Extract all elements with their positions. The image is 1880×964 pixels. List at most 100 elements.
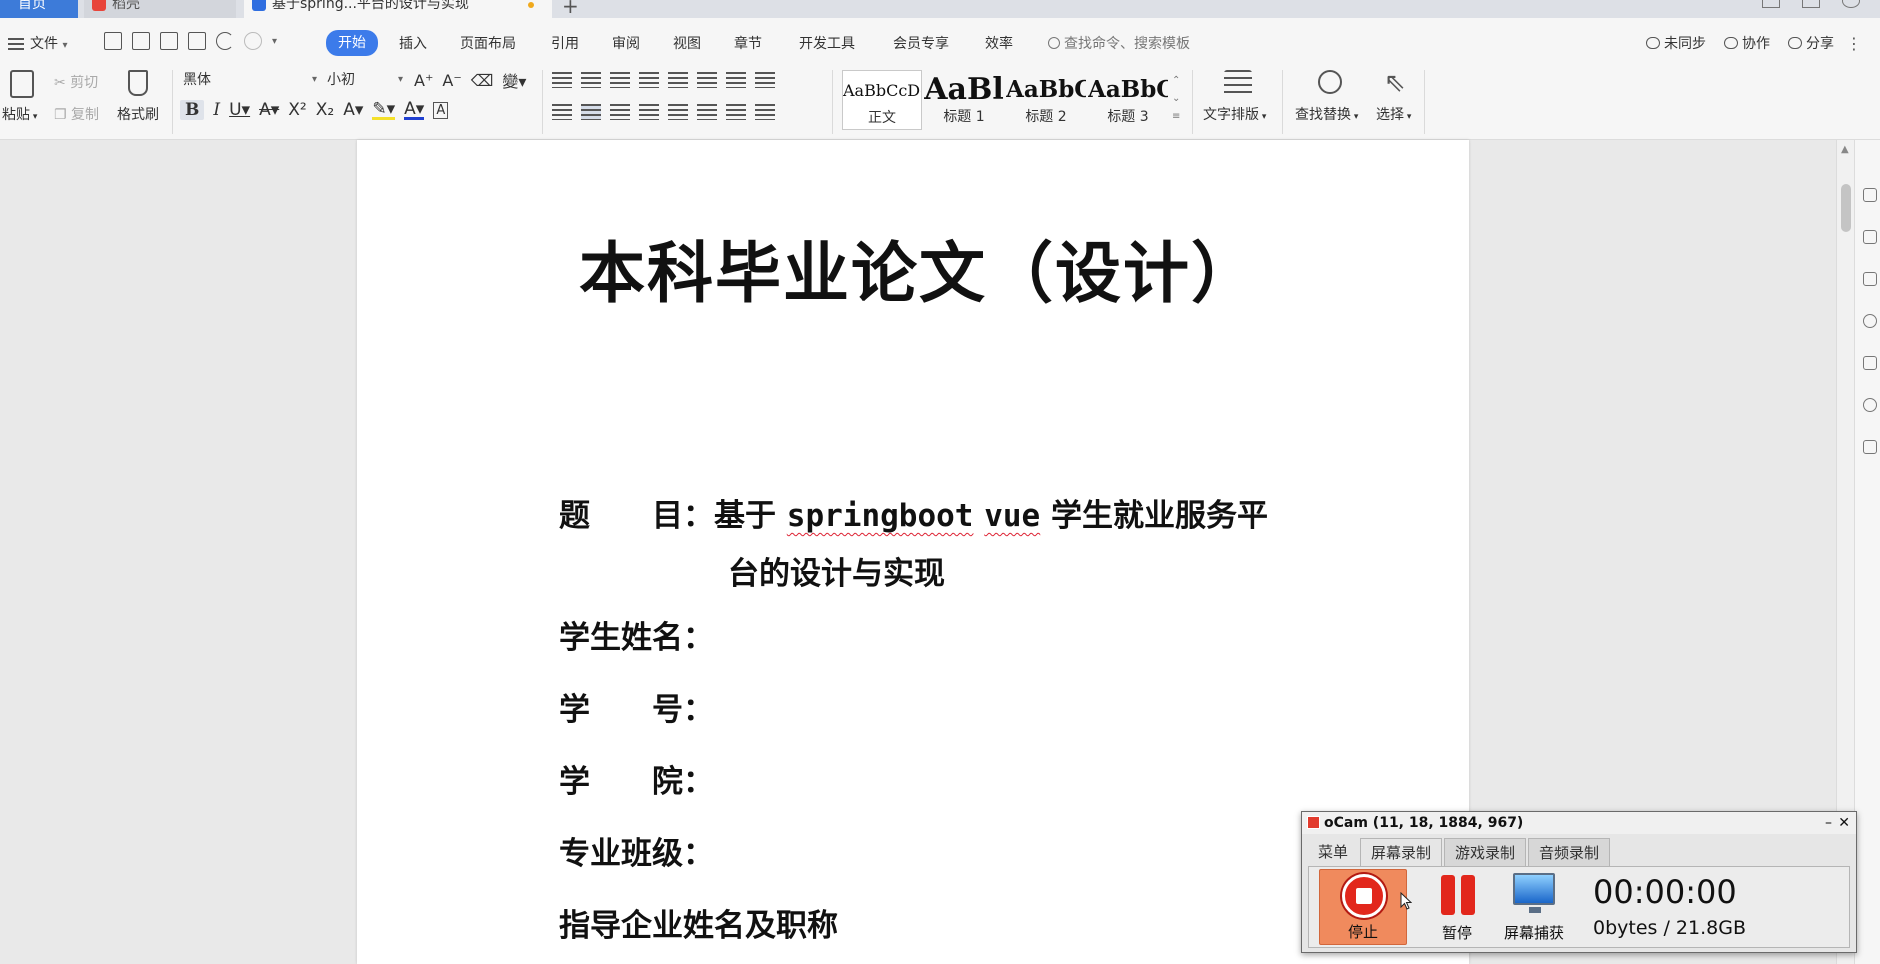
sort-icon[interactable] (697, 72, 717, 88)
style-heading-3[interactable]: AaBbC 标题 3 (1088, 70, 1168, 130)
folder-icon[interactable] (1863, 440, 1877, 454)
phonetic-icon[interactable]: 變▾ (502, 68, 526, 92)
font-color-icon[interactable]: A▾ (404, 100, 425, 120)
new-tab-icon[interactable]: + (562, 0, 579, 18)
borders-icon[interactable] (755, 104, 775, 120)
ocam-tab-menu[interactable]: 菜单 (1308, 838, 1358, 866)
style-normal[interactable]: AaBbCcDd 正文 (842, 70, 922, 130)
shading-icon[interactable] (726, 104, 746, 120)
find-replace-button[interactable]: 查找替换 ▾ (1295, 104, 1358, 124)
screen-capture-button[interactable]: 屏幕捕获 (1499, 869, 1569, 945)
image-icon[interactable] (1863, 356, 1877, 370)
ocam-tab-screen-record[interactable]: 屏幕录制 (1360, 838, 1443, 866)
increase-indent-icon[interactable] (639, 72, 659, 88)
command-search[interactable]: 查找命令、搜索模板 (1048, 32, 1190, 56)
redo-icon[interactable] (244, 32, 262, 50)
font-size-select[interactable]: 小初 (322, 68, 408, 92)
export-pdf-icon[interactable] (132, 32, 150, 50)
paste-button[interactable]: 粘贴 ▾ (2, 104, 37, 124)
scroll-up-icon[interactable]: ▲ (1841, 144, 1849, 155)
line-spacing-icon[interactable] (697, 104, 717, 120)
style-heading-2[interactable]: AaBbC 标题 2 (1006, 70, 1086, 130)
select-cursor-icon[interactable]: ⇖ (1384, 68, 1406, 98)
align-right-icon[interactable] (610, 104, 630, 120)
format-painter-button[interactable]: 格式刷 (117, 104, 159, 124)
numbered-list-icon[interactable] (581, 72, 601, 88)
tab-view[interactable]: 视图 (673, 32, 701, 56)
location-icon[interactable] (1863, 398, 1877, 412)
field-college[interactable]: 学 院： (559, 756, 714, 801)
field-student-id[interactable]: 学 号： (559, 684, 714, 729)
font-name-select[interactable]: 黑体 (178, 68, 322, 92)
ocam-titlebar[interactable]: oCam (11, 18, 1884, 967) – ✕ (1302, 812, 1856, 834)
subscript-icon[interactable]: X₂ (316, 100, 334, 120)
decrease-indent-icon[interactable] (610, 72, 630, 88)
find-replace-icon[interactable] (1318, 70, 1342, 94)
tab-home[interactable]: 首页 (0, 0, 78, 18)
clock-icon[interactable] (1863, 314, 1877, 328)
tab-member[interactable]: 会员专享 (893, 32, 949, 56)
settings-slider-icon[interactable] (1863, 272, 1877, 286)
tab-references[interactable]: 引用 (551, 32, 579, 56)
close-icon[interactable]: ✕ (1838, 812, 1850, 834)
show-marks-icon[interactable] (755, 72, 775, 88)
customize-chevron-icon[interactable]: ▾ (272, 36, 277, 47)
styles-scroll-icon[interactable]: ⌃ ⌄ ≡ (1172, 72, 1180, 126)
tab-daoke[interactable]: 稻壳 (84, 0, 236, 18)
bullet-list-icon[interactable] (552, 72, 572, 88)
char-border-icon[interactable]: A (433, 101, 449, 119)
pen-icon[interactable] (1863, 188, 1877, 202)
tab-page-layout[interactable]: 页面布局 (460, 32, 516, 56)
grow-font-icon[interactable]: A⁺ (414, 71, 433, 90)
undo-icon[interactable] (216, 32, 234, 50)
clear-format-icon[interactable]: ⌫ (471, 71, 494, 90)
sync-button[interactable]: 未同步 (1646, 32, 1706, 56)
avatar[interactable] (1842, 0, 1860, 8)
text-layout-icon[interactable] (1224, 70, 1252, 98)
more-options-icon[interactable]: ⋮ (1846, 32, 1862, 56)
bold-icon[interactable]: B (180, 100, 205, 120)
tab-chapter[interactable]: 章节 (734, 32, 762, 56)
text-effect-icon[interactable]: A▾ (343, 100, 363, 120)
field-student-name[interactable]: 学生姓名： (559, 612, 714, 657)
paste-icon[interactable] (10, 70, 34, 98)
field-advisor[interactable]: 指导企业姓名及职称 (559, 900, 838, 945)
cursor-tool-icon[interactable] (1863, 230, 1877, 244)
save-icon[interactable] (104, 32, 122, 50)
superscript-icon[interactable]: X² (288, 100, 306, 120)
style-heading-1[interactable]: AaBl 标题 1 (924, 70, 1004, 130)
line-break-icon[interactable] (726, 72, 746, 88)
text-layout-button[interactable]: 文字排版 ▾ (1203, 104, 1266, 124)
italic-icon[interactable]: I (213, 100, 220, 120)
copy-button[interactable]: ❐ 复制 (54, 104, 99, 124)
file-menu[interactable]: 文件 ▾ (8, 32, 67, 56)
scroll-thumb[interactable] (1841, 184, 1851, 232)
field-topic[interactable]: 题 目：基于 springboot vue 学生就业服务平 (559, 490, 1268, 535)
underline-icon[interactable]: U▾ (229, 100, 250, 120)
document-title[interactable]: 本科毕业论文（设计） (579, 220, 1259, 316)
pause-button[interactable]: 暂停 (1427, 869, 1487, 945)
format-painter-icon[interactable] (128, 70, 148, 96)
grid-icon[interactable] (1802, 0, 1820, 8)
collaborate-button[interactable]: 协作 (1724, 32, 1770, 56)
tab-document[interactable]: 基于spring...平台的设计与实现 (244, 0, 552, 18)
print-icon[interactable] (160, 32, 178, 50)
tab-start[interactable]: 开始 (326, 30, 378, 56)
ocam-tab-game-record[interactable]: 游戏录制 (1444, 838, 1527, 866)
print-preview-icon[interactable] (188, 32, 206, 50)
strikethrough-icon[interactable]: A▾ (259, 100, 279, 120)
align-center-icon[interactable] (581, 104, 601, 120)
tab-developer[interactable]: 开发工具 (799, 32, 855, 56)
highlight-icon[interactable]: ✎▾ (372, 100, 396, 120)
tab-review[interactable]: 审阅 (612, 32, 640, 56)
cut-button[interactable]: ✂ 剪切 (54, 72, 98, 92)
shrink-font-icon[interactable]: A⁻ (442, 71, 461, 90)
field-topic-continuation[interactable]: 台的设计与实现 (728, 548, 945, 593)
share-button[interactable]: 分享 (1788, 32, 1834, 56)
field-class[interactable]: 专业班级： (559, 828, 714, 873)
select-button[interactable]: 选择 ▾ (1376, 104, 1411, 124)
align-left-icon[interactable] (552, 104, 572, 120)
tab-efficiency[interactable]: 效率 (985, 32, 1013, 56)
tab-insert[interactable]: 插入 (399, 32, 427, 56)
stop-button[interactable]: 停止 (1319, 869, 1407, 945)
